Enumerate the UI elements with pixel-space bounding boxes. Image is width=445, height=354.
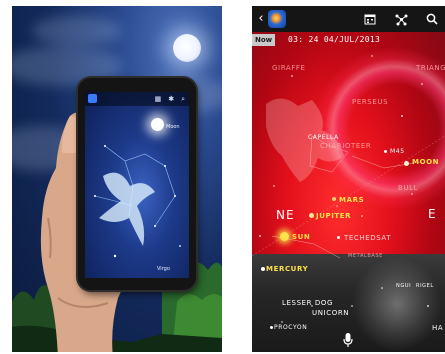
planet-marker <box>261 267 265 271</box>
compass-ne: NE <box>276 208 295 222</box>
compass-e: E <box>428 207 436 221</box>
label-lesser-dog[interactable]: Lesser Dog <box>282 299 333 307</box>
home-icon <box>88 94 97 103</box>
constellation-figure <box>94 145 181 258</box>
app-screenshot: ‹ Now 03: 24 04/JUL/2013 GIRAFFE TRIANG … <box>252 6 445 352</box>
label-mercury[interactable]: Mercury <box>266 265 308 273</box>
label-perseus[interactable]: Perseus <box>352 98 388 106</box>
moon-image <box>173 34 201 62</box>
sun-marker <box>280 232 289 241</box>
cloud <box>32 16 122 46</box>
label-jupiter[interactable]: Jupiter <box>316 212 351 220</box>
label-charioteer[interactable]: Charioteer <box>320 142 371 150</box>
label-procyon[interactable]: Procyon <box>274 324 307 332</box>
label-techedsat[interactable]: TechEdSat <box>344 234 391 242</box>
constellation-toggle-button[interactable] <box>393 11 409 27</box>
label-ngui[interactable]: Ngui <box>396 282 411 290</box>
promo-night-scene: ▦ ✱ ⌕ Moon Virgo <box>12 6 222 352</box>
moon-label: Moon <box>166 124 180 130</box>
constellation-toggle-icon <box>395 14 407 25</box>
calendar-icon: ▦ <box>154 94 162 103</box>
search-button[interactable] <box>424 11 440 27</box>
voice-search-button[interactable] <box>342 332 354 348</box>
constellation-toggle-icon: ✱ <box>168 94 175 103</box>
app-logo-icon[interactable] <box>268 10 286 28</box>
constellation-label: Virgo <box>157 266 170 272</box>
now-button[interactable]: Now <box>252 34 276 46</box>
label-triangle[interactable]: Triang <box>416 64 445 72</box>
back-button[interactable]: ‹ <box>255 10 267 28</box>
search-icon <box>426 13 438 25</box>
phone-toolbar: ▦ ✱ ⌕ <box>85 92 189 106</box>
datetime-display[interactable]: 03: 24 04/JUL/2013 <box>288 34 380 46</box>
calendar-icon <box>364 14 376 25</box>
star-marker <box>384 150 387 153</box>
label-bull[interactable]: Bull <box>398 184 418 192</box>
search-icon: ⌕ <box>181 94 185 103</box>
chevron-left-icon: ‹ <box>258 11 264 26</box>
label-moon[interactable]: Moon <box>412 158 439 166</box>
moon-marker <box>151 118 164 131</box>
app-toolbar: ‹ <box>252 6 445 32</box>
label-sun[interactable]: Sun <box>292 233 310 241</box>
microphone-icon <box>343 333 353 347</box>
planet-marker <box>309 213 314 218</box>
star-field <box>252 55 445 323</box>
label-giraffe[interactable]: Giraffe <box>272 64 306 72</box>
planet-marker <box>332 197 336 201</box>
label-metalbase[interactable]: Metalbase <box>348 252 383 260</box>
label-m45[interactable]: M45 <box>390 148 405 156</box>
label-mars[interactable]: Mars <box>339 196 364 204</box>
calendar-button[interactable] <box>362 11 378 27</box>
label-hare[interactable]: Ha <box>432 324 443 332</box>
phone-device: ▦ ✱ ⌕ Moon Virgo <box>78 78 196 290</box>
phone-screen: ▦ ✱ ⌕ Moon Virgo <box>85 92 189 278</box>
label-capella[interactable]: Capella <box>308 134 339 142</box>
label-unicorn[interactable]: Unicorn <box>312 309 349 317</box>
star-marker <box>270 326 273 329</box>
label-rigel[interactable]: Rigel <box>416 282 434 290</box>
moon-marker <box>404 161 409 166</box>
satellite-marker <box>337 236 340 239</box>
